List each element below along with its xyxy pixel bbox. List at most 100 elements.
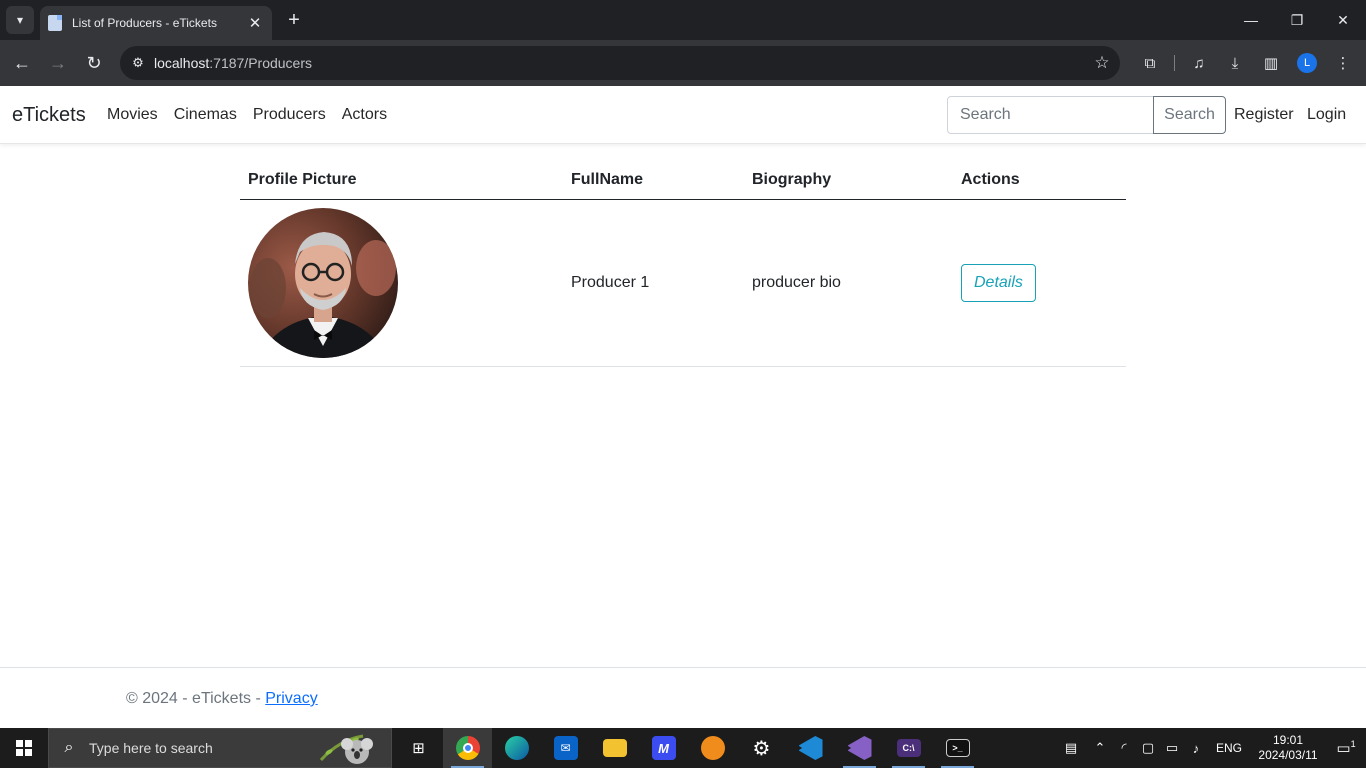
start-button[interactable]	[0, 728, 48, 768]
vscode-icon	[798, 736, 823, 760]
gear-icon: ⚙	[752, 737, 771, 760]
taskbar-visual-studio[interactable]	[835, 728, 884, 768]
reload-icon: ↻	[86, 52, 102, 73]
actions-cell: Details	[953, 199, 1126, 367]
taskbar-search-placeholder: Type here to search	[89, 740, 213, 756]
new-tab-button[interactable]: +	[282, 7, 306, 33]
folder-icon	[602, 739, 627, 757]
fruit-icon	[700, 736, 725, 760]
arrow-left-icon: ←	[13, 52, 31, 73]
task-view-icon: ⊞	[412, 740, 425, 757]
notification-icon: ▭	[1336, 740, 1351, 757]
volume-icon[interactable]: ♪	[1184, 741, 1208, 756]
login-link[interactable]: Login	[1307, 106, 1346, 124]
tab-search-button[interactable]: ▾	[6, 6, 34, 34]
taskbar-apps: ⊞ ✉ M ⚙ C:\ >_	[394, 728, 982, 768]
producer-avatar	[248, 208, 398, 358]
nav-link-cinemas[interactable]: Cinemas	[166, 106, 245, 124]
taskbar-search-box[interactable]: ⌕ Type here to search	[48, 728, 392, 768]
clock-date: 2024/03/11	[1258, 748, 1318, 762]
taskbar-app-blue[interactable]: M	[639, 728, 688, 768]
taskbar-chrome[interactable]	[443, 728, 492, 768]
forward-button[interactable]: →	[44, 49, 72, 77]
minimize-button[interactable]: —	[1228, 0, 1274, 40]
search-icon: ⌕	[64, 739, 74, 756]
header-actions: Actions	[953, 160, 1126, 200]
nav-link-producers[interactable]: Producers	[245, 106, 334, 124]
taskbar-fl-studio[interactable]	[688, 728, 737, 768]
visual-studio-icon	[847, 736, 872, 760]
news-widget-icon[interactable]: ▤	[1054, 740, 1088, 756]
search-input[interactable]	[947, 96, 1154, 134]
site-footer: © 2024 - eTickets - Privacy	[0, 667, 1366, 728]
nav-links: Movies Cinemas Producers Actors	[99, 106, 395, 124]
bookmark-star-icon[interactable]: ☆	[1084, 53, 1120, 73]
console-app-icon: C:\	[896, 739, 921, 757]
chrome-icon	[455, 736, 480, 760]
taskbar-settings[interactable]: ⚙	[737, 728, 786, 768]
site-info-icon[interactable]: ⚙	[122, 55, 154, 71]
url-host: localhost	[154, 55, 210, 71]
close-window-button[interactable]: ✕	[1320, 0, 1366, 40]
back-button[interactable]: ←	[8, 49, 36, 77]
wifi-icon[interactable]: ◜	[1112, 740, 1136, 756]
nav-link-movies[interactable]: Movies	[99, 106, 166, 124]
page-favicon-icon	[48, 15, 62, 31]
close-tab-icon[interactable]: ✕	[246, 14, 264, 32]
header-profile-picture: Profile Picture	[240, 160, 563, 200]
table-row: Producer 1 producer bio Details	[240, 199, 1126, 367]
footer-text: © 2024 - eTickets - Privacy	[126, 690, 318, 708]
more-menu-icon[interactable]: ⋮	[1328, 49, 1358, 77]
arrow-right-icon: →	[49, 52, 67, 73]
search-button[interactable]: Search	[1153, 96, 1226, 134]
browser-tab-active[interactable]: List of Producers - eTickets ✕	[40, 6, 272, 40]
site-navbar: eTickets Movies Cinemas Producers Actors…	[0, 86, 1366, 144]
clock-time: 19:01	[1272, 733, 1304, 747]
show-hidden-icons-chevron-up-icon[interactable]: ⌃	[1088, 740, 1112, 756]
reload-button[interactable]: ↻	[80, 49, 108, 77]
extensions-icon[interactable]: ⧉	[1135, 49, 1165, 77]
profile-picture-cell	[240, 199, 563, 367]
clock[interactable]: 19:01 2024/03/11	[1250, 733, 1326, 763]
restore-button[interactable]: ❐	[1274, 0, 1320, 40]
details-button[interactable]: Details	[961, 264, 1036, 302]
notification-count: 1	[1350, 739, 1356, 749]
browser-tab-strip: ▾ List of Producers - eTickets ✕ + — ❐ ✕	[0, 0, 1366, 40]
privacy-link[interactable]: Privacy	[265, 690, 317, 707]
taskbar-vscode[interactable]	[786, 728, 835, 768]
taskbar-edge[interactable]	[492, 728, 541, 768]
side-panel-icon[interactable]: ▥	[1256, 49, 1286, 77]
meet-now-icon[interactable]: ▢	[1136, 740, 1160, 756]
taskbar-file-explorer[interactable]	[590, 728, 639, 768]
window-controls: — ❐ ✕	[1228, 0, 1366, 40]
producers-table: Profile Picture FullName Biography Actio…	[240, 160, 1126, 367]
media-control-icon[interactable]: ♫	[1184, 49, 1214, 77]
nav-link-actors[interactable]: Actors	[334, 106, 395, 124]
taskbar-terminal[interactable]: >_	[933, 728, 982, 768]
download-icon[interactable]: ⤓	[1220, 49, 1250, 77]
taskbar-mail[interactable]: ✉	[541, 728, 590, 768]
edge-icon	[504, 736, 529, 760]
terminal-icon: >_	[945, 739, 970, 757]
toolbar-actions: ⧉ ♫ ⤓ ▥ L ⋮	[1132, 49, 1361, 77]
fullname-cell: Producer 1	[563, 199, 744, 367]
notification-center[interactable]: ▭1	[1326, 739, 1366, 757]
language-indicator[interactable]: ENG	[1216, 741, 1242, 755]
windows-logo-icon	[16, 740, 32, 756]
register-link[interactable]: Register	[1234, 106, 1294, 124]
chevron-down-icon: ▾	[16, 13, 24, 27]
browser-toolbar: ← → ↻ ⚙ localhost:7187/Producers ☆ ⧉ ♫ ⤓…	[0, 40, 1366, 86]
address-bar[interactable]: ⚙ localhost:7187/Producers ☆	[120, 46, 1120, 80]
tab-title: List of Producers - eTickets	[72, 16, 217, 30]
toolbar-divider	[1174, 55, 1175, 71]
table-header-row: Profile Picture FullName Biography Actio…	[240, 160, 1126, 200]
brand-link[interactable]: eTickets	[12, 104, 86, 127]
url-path: :7187/Producers	[209, 55, 312, 71]
app-blue-icon: M	[651, 736, 676, 760]
koala-illustration-icon	[319, 734, 373, 764]
taskbar-vs-console[interactable]: C:\	[884, 728, 933, 768]
task-view-button[interactable]: ⊞	[394, 728, 443, 768]
profile-button[interactable]: L	[1292, 49, 1322, 77]
url-text[interactable]: localhost:7187/Producers	[154, 55, 1084, 71]
battery-icon[interactable]: ▭	[1160, 740, 1184, 756]
